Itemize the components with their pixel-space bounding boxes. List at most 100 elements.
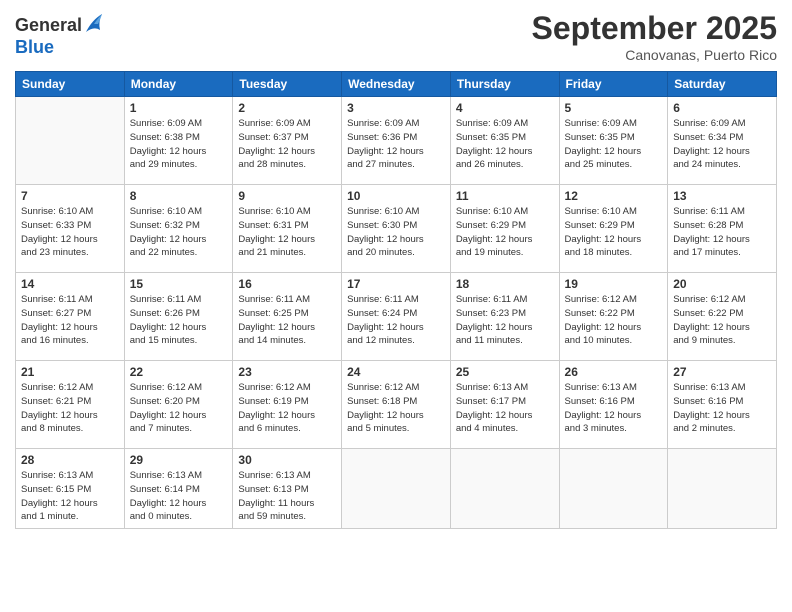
- day-number: 1: [130, 101, 228, 115]
- table-row: [16, 97, 125, 185]
- header: General Blue September 2025 Canovanas, P…: [15, 10, 777, 63]
- day-info: Sunrise: 6:10 AM Sunset: 6:30 PM Dayligh…: [347, 205, 445, 260]
- table-row: 8 Sunrise: 6:10 AM Sunset: 6:32 PM Daylig…: [124, 185, 233, 273]
- day-info: Sunrise: 6:11 AM Sunset: 6:28 PM Dayligh…: [673, 205, 771, 260]
- col-sunday: Sunday: [16, 72, 125, 97]
- table-row: 29 Sunrise: 6:13 AM Sunset: 6:14 PM Dayli…: [124, 449, 233, 529]
- day-number: 28: [21, 453, 119, 467]
- table-row: 5Sunrise: 6:09 AM Sunset: 6:35 PM Daylig…: [559, 97, 668, 185]
- day-number: 24: [347, 365, 445, 379]
- day-info: Sunrise: 6:09 AM Sunset: 6:36 PM Dayligh…: [347, 117, 445, 172]
- col-monday: Monday: [124, 72, 233, 97]
- day-number: 22: [130, 365, 228, 379]
- table-row: 21Sunrise: 6:12 AM Sunset: 6:21 PM Dayli…: [16, 361, 125, 449]
- day-number: 14: [21, 277, 119, 291]
- month-title: September 2025: [532, 10, 777, 47]
- table-row: 20 Sunrise: 6:12 AM Sunset: 6:22 PM Dayli…: [668, 273, 777, 361]
- day-number: 4: [456, 101, 554, 115]
- table-row: 18Sunrise: 6:11 AM Sunset: 6:23 PM Dayli…: [450, 273, 559, 361]
- table-row: 14 Sunrise: 6:11 AM Sunset: 6:27 PM Dayli…: [16, 273, 125, 361]
- day-info: Sunrise: 6:09 AM Sunset: 6:38 PM Dayligh…: [130, 117, 228, 172]
- table-row: 19 Sunrise: 6:12 AM Sunset: 6:22 PM Dayli…: [559, 273, 668, 361]
- day-info: Sunrise: 6:10 AM Sunset: 6:33 PM Dayligh…: [21, 205, 119, 260]
- location: Canovanas, Puerto Rico: [532, 47, 777, 63]
- day-info: Sunrise: 6:12 AM Sunset: 6:18 PM Dayligh…: [347, 381, 445, 436]
- table-row: 1 Sunrise: 6:09 AM Sunset: 6:38 PM Daylig…: [124, 97, 233, 185]
- day-info: Sunrise: 6:13 AM Sunset: 6:15 PM Dayligh…: [21, 469, 119, 524]
- col-thursday: Thursday: [450, 72, 559, 97]
- day-number: 8: [130, 189, 228, 203]
- day-info: Sunrise: 6:10 AM Sunset: 6:29 PM Dayligh…: [456, 205, 554, 260]
- col-saturday: Saturday: [668, 72, 777, 97]
- day-number: 16: [238, 277, 336, 291]
- table-row: 25 Sunrise: 6:13 AM Sunset: 6:17 PM Dayli…: [450, 361, 559, 449]
- table-row: 16 Sunrise: 6:11 AM Sunset: 6:25 PM Dayli…: [233, 273, 342, 361]
- day-info: Sunrise: 6:13 AM Sunset: 6:14 PM Dayligh…: [130, 469, 228, 524]
- table-row: 28 Sunrise: 6:13 AM Sunset: 6:15 PM Dayli…: [16, 449, 125, 529]
- day-number: 23: [238, 365, 336, 379]
- table-row: 26 Sunrise: 6:13 AM Sunset: 6:16 PM Dayli…: [559, 361, 668, 449]
- day-info: Sunrise: 6:12 AM Sunset: 6:22 PM Dayligh…: [565, 293, 663, 348]
- table-row: 15 Sunrise: 6:11 AM Sunset: 6:26 PM Dayli…: [124, 273, 233, 361]
- table-row: 13 Sunrise: 6:11 AM Sunset: 6:28 PM Dayli…: [668, 185, 777, 273]
- col-friday: Friday: [559, 72, 668, 97]
- table-row: [559, 449, 668, 529]
- day-number: 5: [565, 101, 663, 115]
- day-number: 3: [347, 101, 445, 115]
- day-number: 2: [238, 101, 336, 115]
- table-row: 6Sunrise: 6:09 AM Sunset: 6:34 PM Daylig…: [668, 97, 777, 185]
- day-info: Sunrise: 6:13 AM Sunset: 6:16 PM Dayligh…: [565, 381, 663, 436]
- page: General Blue September 2025 Canovanas, P…: [0, 0, 792, 612]
- day-number: 7: [21, 189, 119, 203]
- day-number: 12: [565, 189, 663, 203]
- day-info: Sunrise: 6:11 AM Sunset: 6:26 PM Dayligh…: [130, 293, 228, 348]
- day-number: 29: [130, 453, 228, 467]
- day-info: Sunrise: 6:11 AM Sunset: 6:25 PM Dayligh…: [238, 293, 336, 348]
- table-row: 7 Sunrise: 6:10 AM Sunset: 6:33 PM Daylig…: [16, 185, 125, 273]
- table-row: 17 Sunrise: 6:11 AM Sunset: 6:24 PM Dayli…: [342, 273, 451, 361]
- day-number: 26: [565, 365, 663, 379]
- day-info: Sunrise: 6:10 AM Sunset: 6:32 PM Dayligh…: [130, 205, 228, 260]
- day-info: Sunrise: 6:10 AM Sunset: 6:29 PM Dayligh…: [565, 205, 663, 260]
- day-number: 27: [673, 365, 771, 379]
- day-number: 25: [456, 365, 554, 379]
- day-info: Sunrise: 6:09 AM Sunset: 6:37 PM Dayligh…: [238, 117, 336, 172]
- day-info: Sunrise: 6:09 AM Sunset: 6:34 PM Dayligh…: [673, 117, 771, 172]
- day-info: Sunrise: 6:12 AM Sunset: 6:22 PM Dayligh…: [673, 293, 771, 348]
- table-row: 3 Sunrise: 6:09 AM Sunset: 6:36 PM Daylig…: [342, 97, 451, 185]
- table-row: 12 Sunrise: 6:10 AM Sunset: 6:29 PM Dayli…: [559, 185, 668, 273]
- day-number: 19: [565, 277, 663, 291]
- col-tuesday: Tuesday: [233, 72, 342, 97]
- day-info: Sunrise: 6:12 AM Sunset: 6:20 PM Dayligh…: [130, 381, 228, 436]
- table-row: 30 Sunrise: 6:13 AM Sunset: 6:13 PM Dayli…: [233, 449, 342, 529]
- title-block: September 2025 Canovanas, Puerto Rico: [532, 10, 777, 63]
- day-number: 20: [673, 277, 771, 291]
- day-number: 17: [347, 277, 445, 291]
- day-info: Sunrise: 6:11 AM Sunset: 6:27 PM Dayligh…: [21, 293, 119, 348]
- day-number: 9: [238, 189, 336, 203]
- table-row: 10Sunrise: 6:10 AM Sunset: 6:30 PM Dayli…: [342, 185, 451, 273]
- logo-blue-text: Blue: [15, 38, 104, 58]
- table-row: 2 Sunrise: 6:09 AM Sunset: 6:37 PM Daylig…: [233, 97, 342, 185]
- table-row: 23 Sunrise: 6:12 AM Sunset: 6:19 PM Dayli…: [233, 361, 342, 449]
- day-info: Sunrise: 6:12 AM Sunset: 6:19 PM Dayligh…: [238, 381, 336, 436]
- col-wednesday: Wednesday: [342, 72, 451, 97]
- day-info: Sunrise: 6:12 AM Sunset: 6:21 PM Dayligh…: [21, 381, 119, 436]
- day-info: Sunrise: 6:11 AM Sunset: 6:24 PM Dayligh…: [347, 293, 445, 348]
- calendar-header-row: Sunday Monday Tuesday Wednesday Thursday…: [16, 72, 777, 97]
- day-info: Sunrise: 6:13 AM Sunset: 6:16 PM Dayligh…: [673, 381, 771, 436]
- table-row: [668, 449, 777, 529]
- table-row: 22 Sunrise: 6:12 AM Sunset: 6:20 PM Dayli…: [124, 361, 233, 449]
- table-row: [450, 449, 559, 529]
- day-number: 13: [673, 189, 771, 203]
- day-number: 30: [238, 453, 336, 467]
- table-row: 11Sunrise: 6:10 AM Sunset: 6:29 PM Dayli…: [450, 185, 559, 273]
- day-info: Sunrise: 6:10 AM Sunset: 6:31 PM Dayligh…: [238, 205, 336, 260]
- day-info: Sunrise: 6:11 AM Sunset: 6:23 PM Dayligh…: [456, 293, 554, 348]
- table-row: 4Sunrise: 6:09 AM Sunset: 6:35 PM Daylig…: [450, 97, 559, 185]
- day-info: Sunrise: 6:13 AM Sunset: 6:13 PM Dayligh…: [238, 469, 336, 524]
- day-number: 15: [130, 277, 228, 291]
- logo-general-text: General: [15, 16, 82, 36]
- logo-bird-icon: [84, 10, 104, 38]
- day-info: Sunrise: 6:13 AM Sunset: 6:17 PM Dayligh…: [456, 381, 554, 436]
